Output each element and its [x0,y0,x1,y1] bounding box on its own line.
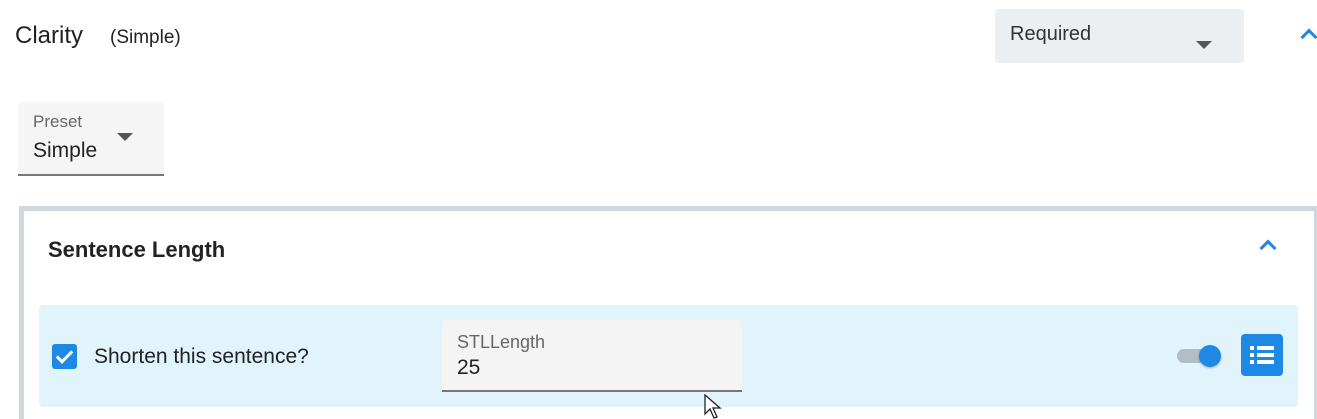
rule-label: Shorten this sentence? [94,345,309,368]
chevron-up-icon[interactable] [1259,239,1277,257]
rule-toggle[interactable] [1177,345,1221,367]
section-title: Clarity [15,22,84,49]
preset-select[interactable]: Preset Simple [18,102,164,176]
clarity-settings-page: Clarity (Simple) Required Preset Simple … [0,0,1317,419]
sentence-length-card: Sentence Length Shorten this sentence? S… [19,206,1317,419]
list-icon [1250,346,1274,364]
chevron-up-icon[interactable] [1300,28,1317,46]
stllength-value: 25 [457,356,481,379]
stllength-label: STLLength [457,332,546,352]
list-button[interactable] [1241,334,1283,376]
requirement-select[interactable]: Required [995,9,1244,63]
rule-row: Shorten this sentence? STLLength 25 [39,305,1298,407]
mouse-pointer-icon [704,394,722,419]
rule-checkbox[interactable] [52,344,77,369]
caret-down-icon [117,133,133,141]
section-subtitle: (Simple) [110,27,181,48]
preset-label: Preset [33,112,83,131]
requirement-select-value: Required [1010,23,1092,45]
stllength-field[interactable]: STLLength 25 [442,320,742,392]
toggle-knob [1199,345,1221,367]
caret-down-icon [1196,41,1212,49]
preset-value: Simple [33,139,98,162]
card-title: Sentence Length [48,237,226,262]
